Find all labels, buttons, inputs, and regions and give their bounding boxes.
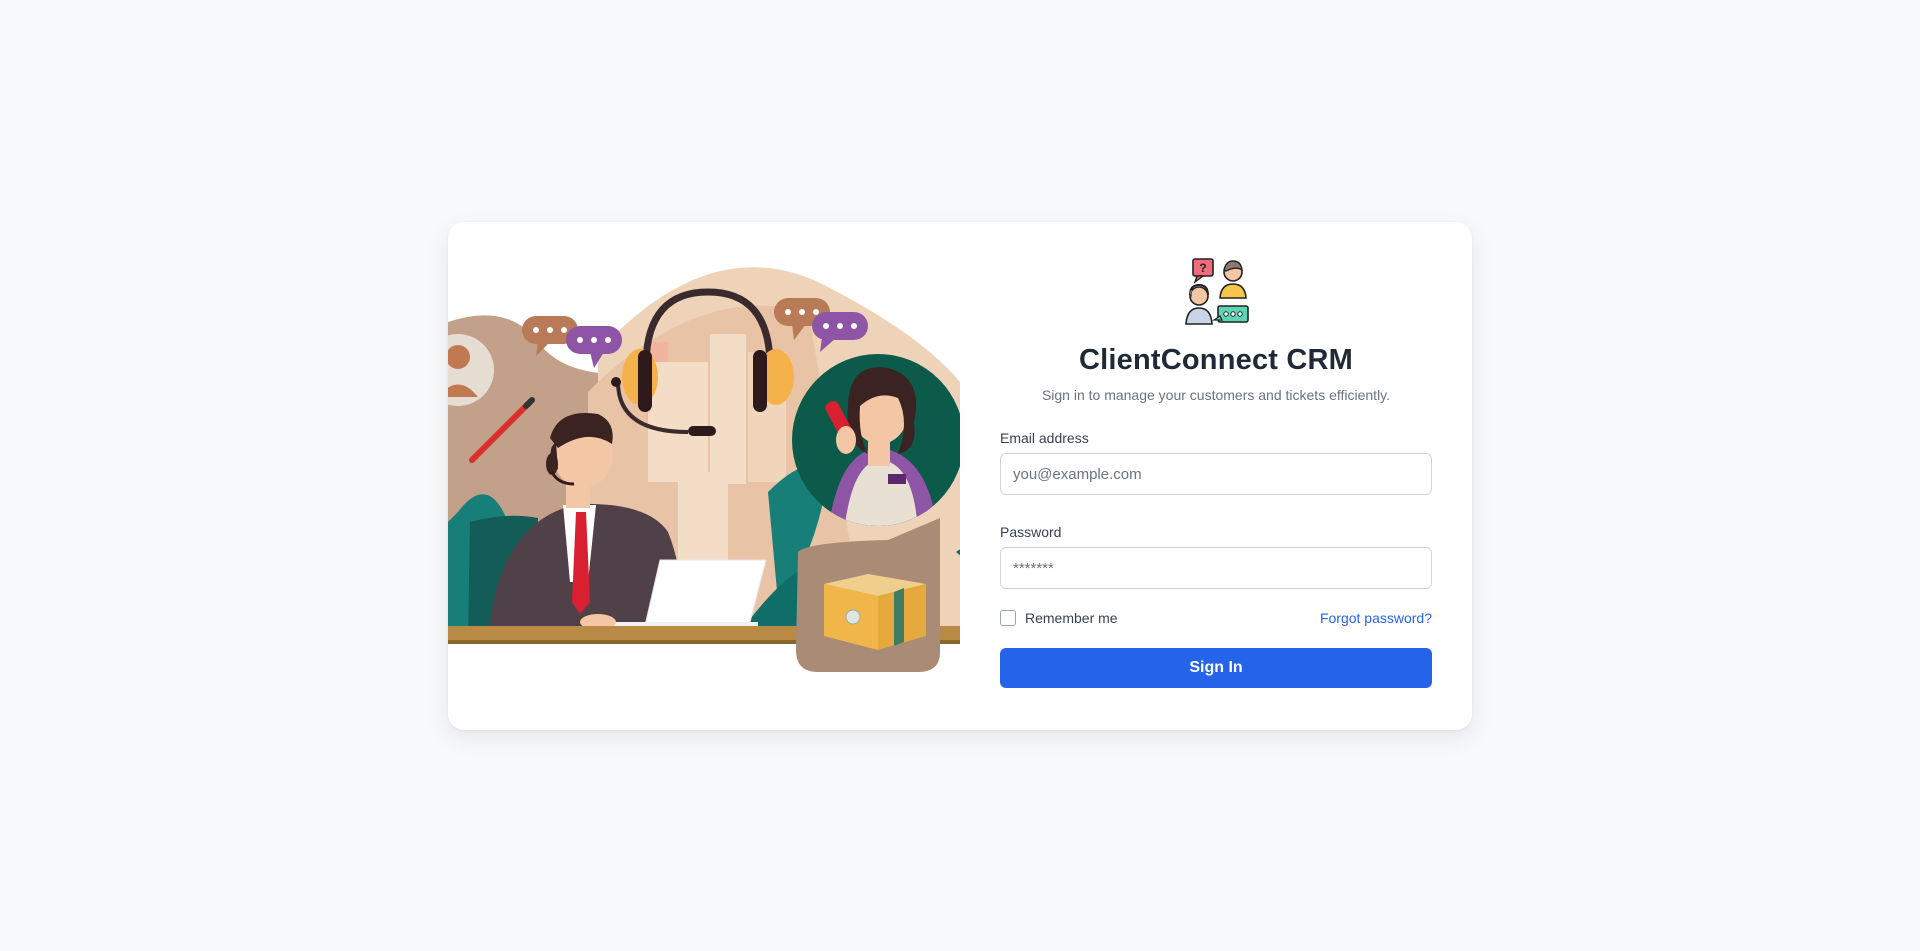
- form-options-row: Remember me Forgot password?: [1000, 610, 1432, 626]
- login-card: ? ClientConnect CRM Sign in to manage yo…: [448, 222, 1472, 730]
- remember-me-checkbox[interactable]: [1000, 610, 1016, 626]
- page-subtitle: Sign in to manage your customers and tic…: [1041, 387, 1391, 403]
- forgot-password-link[interactable]: Forgot password?: [1320, 610, 1432, 626]
- remember-me-label: Remember me: [1025, 610, 1118, 626]
- password-label: Password: [1000, 524, 1062, 540]
- email-field[interactable]: [1000, 453, 1432, 495]
- remember-me[interactable]: Remember me: [1000, 610, 1118, 626]
- svg-text:?: ?: [1199, 261, 1206, 275]
- login-form-panel: ? ClientConnect CRM Sign in to manage yo…: [1000, 258, 1432, 688]
- logo: ?: [1000, 258, 1432, 330]
- email-label: Email address: [1000, 430, 1089, 446]
- password-field[interactable]: [1000, 547, 1432, 589]
- support-team-logo-icon: ?: [1182, 258, 1250, 330]
- customer-support-illustration: [448, 222, 960, 730]
- sign-in-button[interactable]: Sign In: [1000, 648, 1432, 688]
- page-title: ClientConnect CRM: [1078, 344, 1354, 376]
